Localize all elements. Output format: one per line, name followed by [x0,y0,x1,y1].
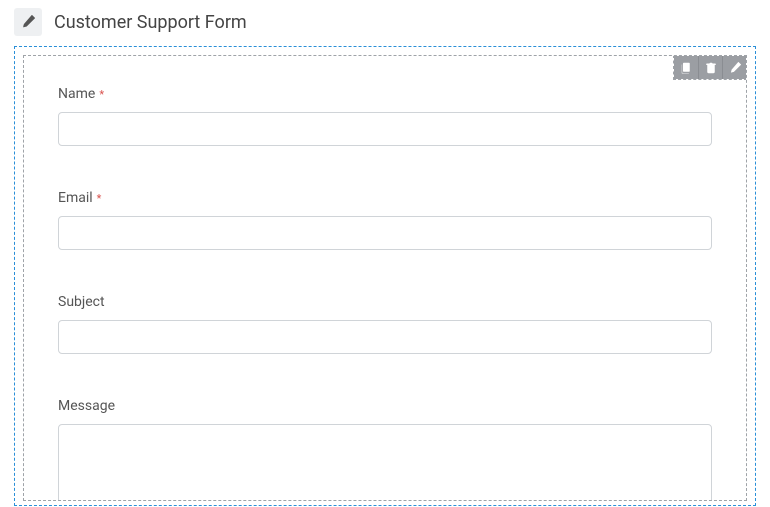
form-container-outer[interactable]: Name * Email * Subject M [14,46,756,506]
label-text: Subject [58,294,105,310]
required-marker: * [97,192,102,205]
field-label: Email * [58,190,712,206]
trash-icon [705,62,717,74]
field-message: Message [58,398,712,501]
pencil-icon [729,62,741,74]
label-text: Message [58,398,115,414]
field-name: Name * [58,86,712,146]
subject-input[interactable] [58,320,712,354]
field-label: Subject [58,294,712,310]
form-body: Name * Email * Subject M [24,56,746,501]
field-label: Name * [58,86,712,102]
label-text: Email [58,190,93,206]
delete-button[interactable] [698,56,722,79]
field-label: Message [58,398,712,414]
pencil-icon[interactable] [14,8,42,36]
email-input[interactable] [58,216,712,250]
page-header: Customer Support Form [0,0,770,46]
copy-icon [680,62,692,74]
field-subject: Subject [58,294,712,354]
block-toolbar [673,55,747,80]
required-marker: * [99,88,104,101]
label-text: Name [58,86,95,102]
page-title: Customer Support Form [54,12,247,33]
copy-button[interactable] [674,56,698,79]
form-container-inner[interactable]: Name * Email * Subject M [23,55,747,501]
message-input[interactable] [58,424,712,501]
name-input[interactable] [58,112,712,146]
edit-button[interactable] [722,56,746,79]
field-email: Email * [58,190,712,250]
